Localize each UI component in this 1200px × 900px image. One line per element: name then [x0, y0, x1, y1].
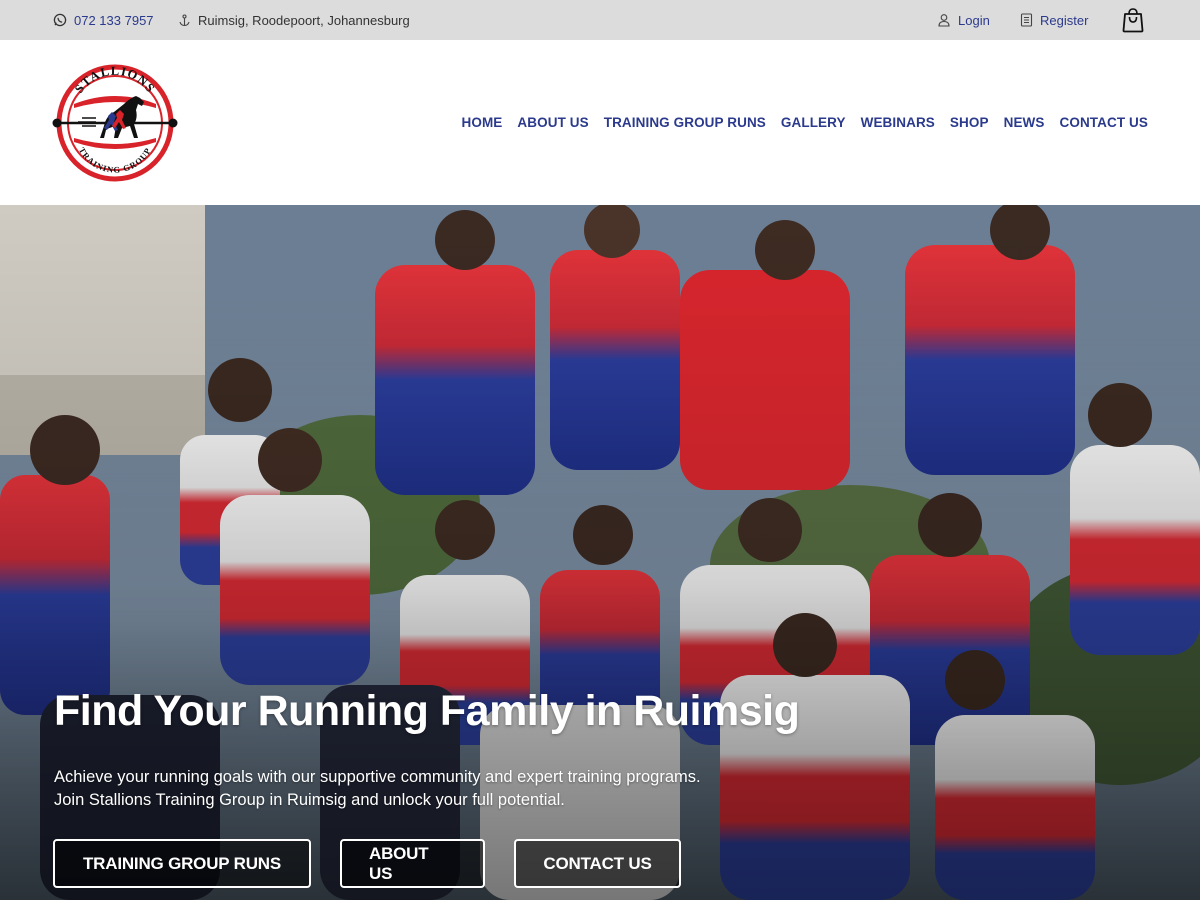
main-nav: HOME ABOUT US TRAINING GROUP RUNS GALLER… — [462, 40, 1148, 205]
register-link[interactable]: Register — [1020, 0, 1088, 40]
nav-gallery[interactable]: GALLERY — [781, 115, 846, 130]
login-link[interactable]: Login — [937, 0, 990, 40]
shopping-bag-icon — [1121, 7, 1145, 33]
nav-home[interactable]: HOME — [462, 115, 503, 130]
hero-title: Find Your Running Family in Ruimsig — [54, 687, 800, 735]
nav-about-us[interactable]: ABOUT US — [517, 115, 588, 130]
nav-contact-us[interactable]: CONTACT US — [1060, 115, 1149, 130]
register-label: Register — [1040, 12, 1089, 28]
training-group-runs-button[interactable]: TRAINING GROUP RUNS — [53, 839, 311, 888]
user-icon — [937, 13, 951, 27]
nav-webinars[interactable]: WEBINARS — [861, 115, 935, 130]
phone-number: 072 133 7957 — [74, 12, 154, 28]
register-icon — [1020, 13, 1033, 27]
nav-training-group-runs[interactable]: TRAINING GROUP RUNS — [604, 115, 766, 130]
nav-shop[interactable]: SHOP — [950, 115, 989, 130]
hero-section: Find Your Running Family in Ruimsig Achi… — [0, 205, 1200, 900]
nav-news[interactable]: NEWS — [1004, 115, 1045, 130]
cart-button[interactable] — [1121, 0, 1145, 40]
hero-subtitle-line-1: Achieve your running goals with our supp… — [54, 768, 701, 786]
top-bar: 072 133 7957 Ruimsig, Roodepoort, Johann… — [0, 0, 1200, 40]
contact-us-button[interactable]: CONTACT US — [514, 839, 681, 888]
address: Ruimsig, Roodepoort, Johannesburg — [178, 0, 410, 40]
hero-buttons: TRAINING GROUP RUNS ABOUT US CONTACT US — [53, 839, 681, 888]
whatsapp-icon — [53, 13, 67, 27]
hero-subtitle-line-2: Join Stallions Training Group in Ruimsig… — [54, 791, 565, 809]
phone-link[interactable]: 072 133 7957 — [53, 0, 154, 40]
site-header: STALLIONS TRAINING GROUP HOME ABOUT US T… — [0, 40, 1200, 205]
anchor-icon — [178, 13, 191, 27]
address-text: Ruimsig, Roodepoort, Johannesburg — [198, 12, 410, 28]
login-label: Login — [958, 12, 990, 28]
about-us-button[interactable]: ABOUT US — [340, 839, 485, 888]
site-logo[interactable]: STALLIONS TRAINING GROUP — [52, 58, 178, 188]
hero-subtitle: Achieve your running goals with our supp… — [54, 766, 701, 812]
